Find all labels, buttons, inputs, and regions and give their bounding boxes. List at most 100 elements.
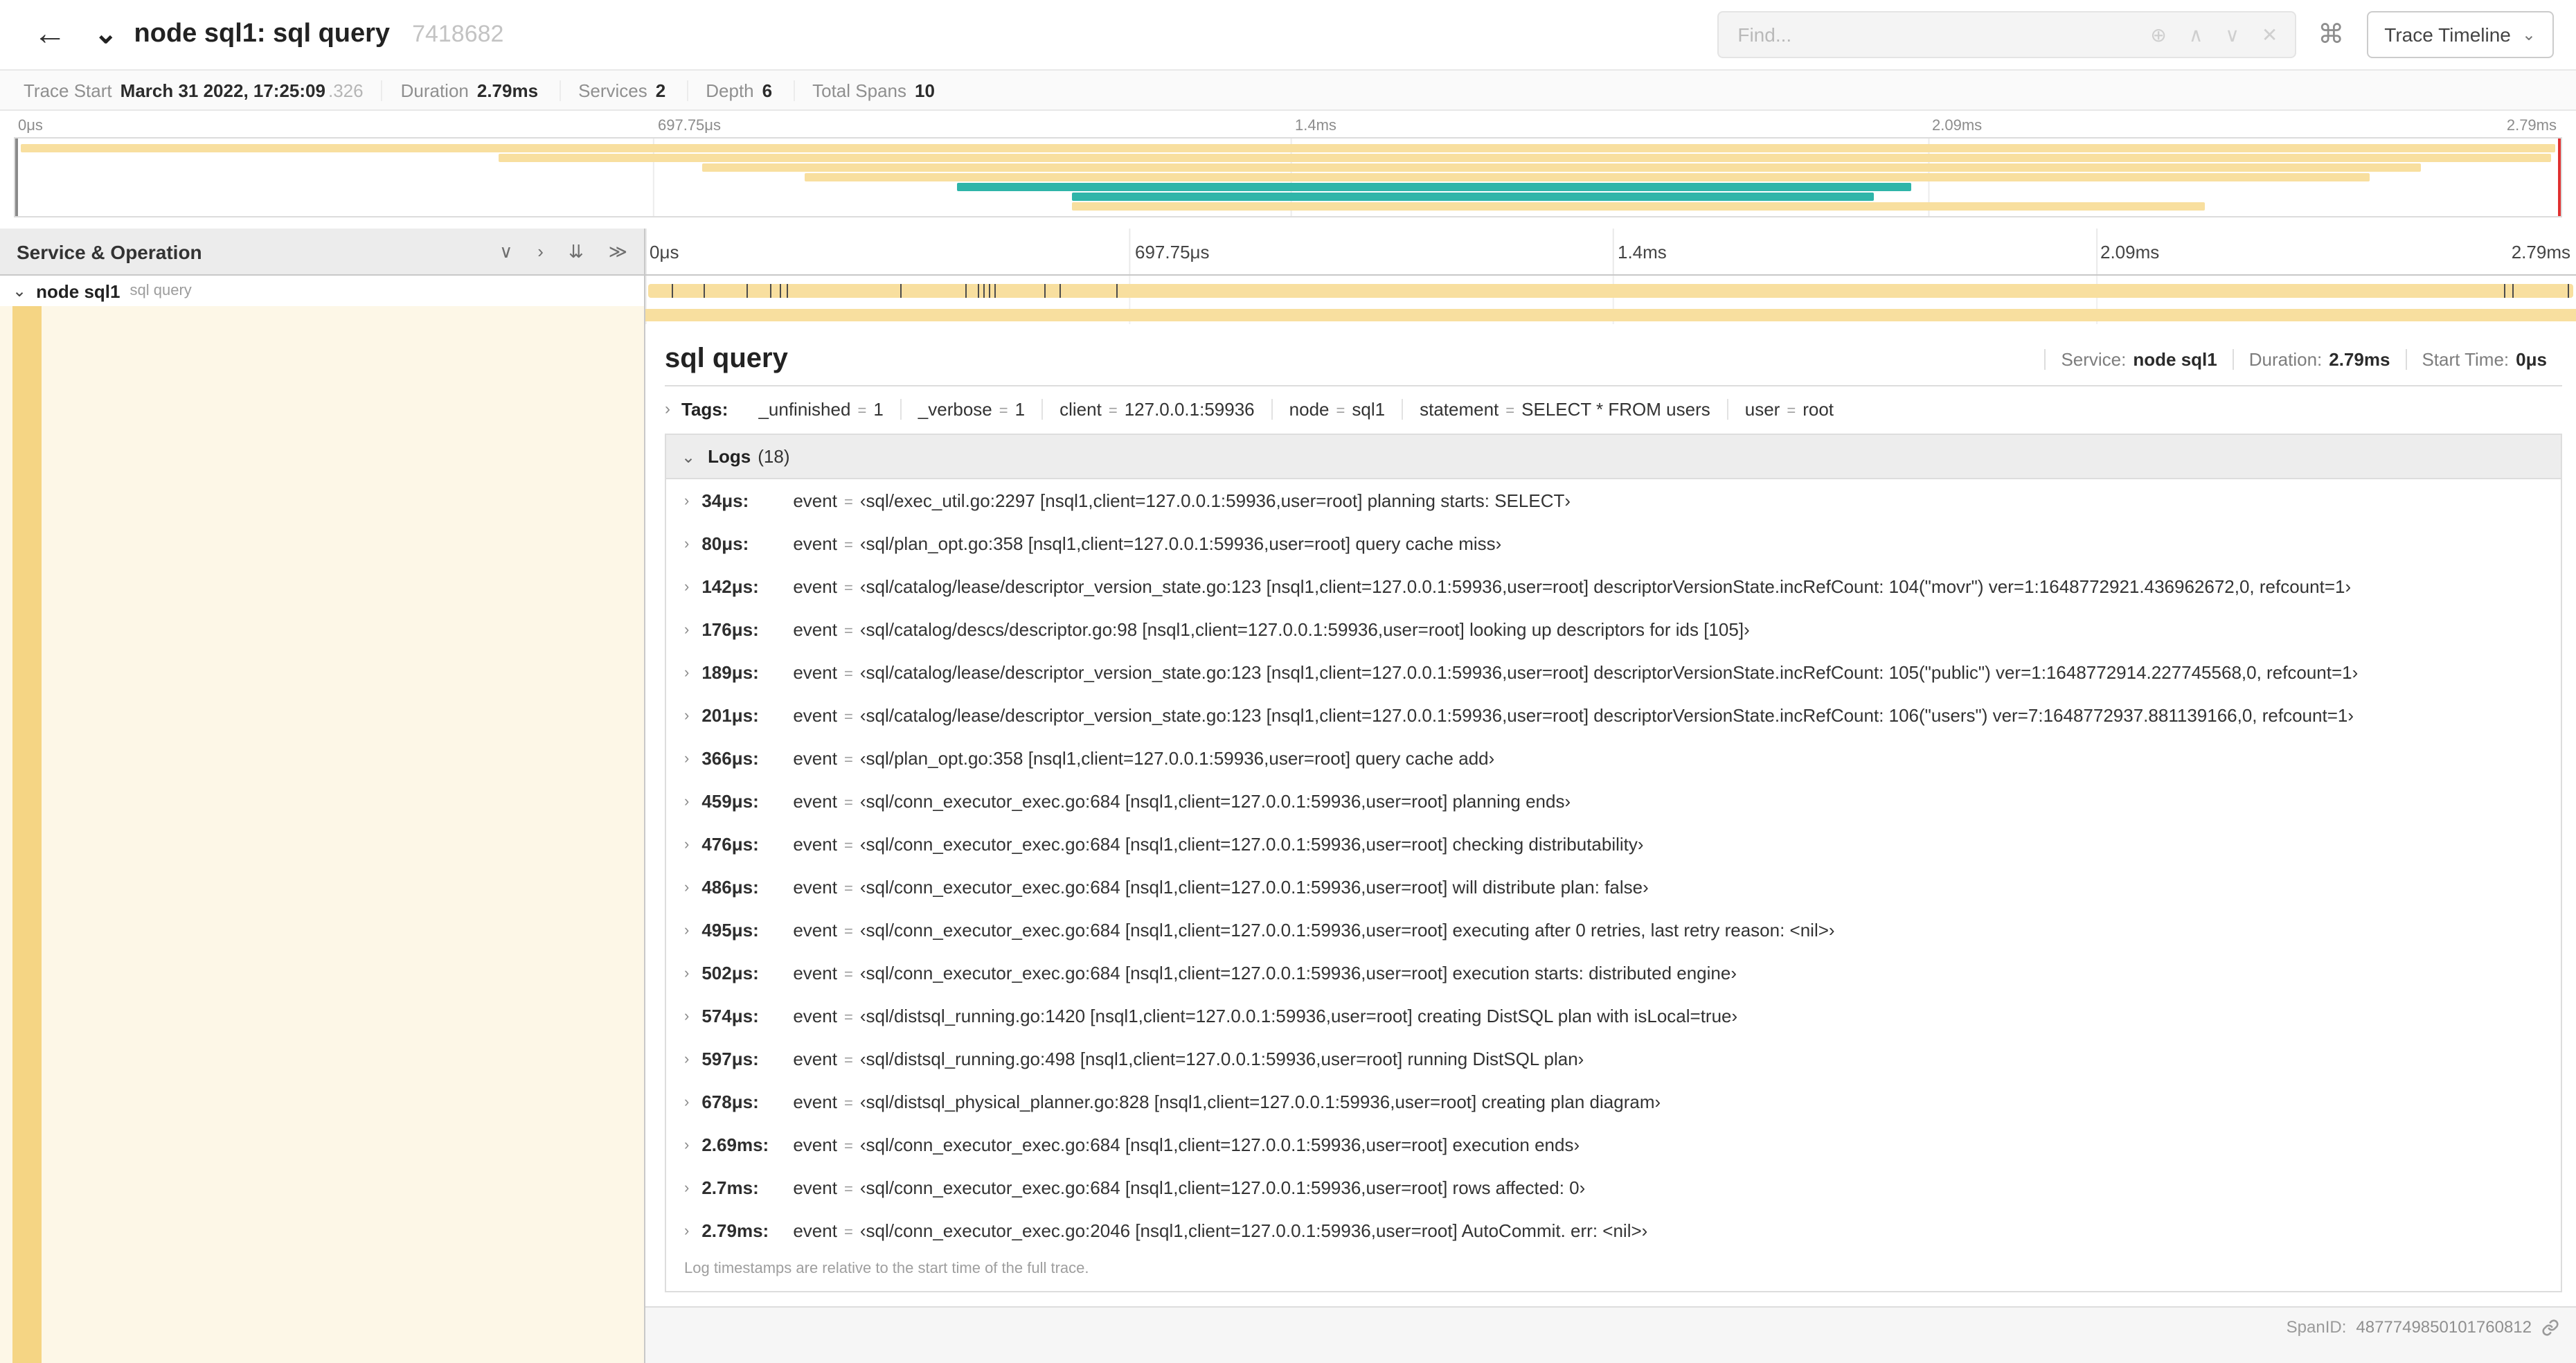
expand-all-button[interactable]: ≫ <box>609 242 627 260</box>
log-entry[interactable]: › 2.7ms: event = ‹sql/conn_executor_exec… <box>666 1166 2561 1209</box>
chevron-right-icon: › <box>684 965 690 981</box>
find-prev-button[interactable]: ∧ <box>2178 25 2215 44</box>
equals-sign: = <box>843 924 853 941</box>
summary-value: 2.79ms <box>476 80 539 100</box>
link-icon <box>2542 1319 2559 1335</box>
chevron-right-icon: › <box>684 1008 690 1024</box>
log-event: event = ‹sql/conn_executor_exec.go:684 [… <box>793 834 1643 855</box>
log-field-value: ‹sql/conn_executor_exec.go:684 [nsql1,cl… <box>859 1134 1580 1155</box>
log-marker-tick <box>1044 284 1046 298</box>
chevron-up-icon: ∧ <box>2188 24 2203 46</box>
summary-item: Depth 6 <box>688 80 795 100</box>
chevron-right-icon: › <box>684 1094 690 1110</box>
log-field-key: event <box>793 1092 837 1112</box>
log-entry[interactable]: › 189μs: event = ‹sql/catalog/lease/desc… <box>666 651 2561 694</box>
span-row-name-cell[interactable]: ⌄ node sql1 sql query <box>0 276 645 306</box>
summary-item: Total Spans 10 <box>794 80 956 100</box>
log-entry[interactable]: › 142μs: event = ‹sql/catalog/lease/desc… <box>666 565 2561 608</box>
trace-collapse-toggle[interactable]: ⌄ <box>91 21 120 48</box>
chevron-down-icon[interactable]: ⌄ <box>12 283 26 299</box>
log-entry[interactable]: › 574μs: event = ‹sql/distsql_running.go… <box>666 995 2561 1037</box>
log-timestamp: 2.7ms: <box>701 1177 759 1198</box>
log-marker-tick <box>746 284 748 298</box>
collapse-all-button[interactable]: ⇊ <box>569 242 584 260</box>
log-entry[interactable]: › 486μs: event = ‹sql/conn_executor_exec… <box>666 866 2561 909</box>
log-entry[interactable]: › 597μs: event = ‹sql/distsql_running.go… <box>666 1037 2561 1080</box>
log-timestamp: 495μs: <box>701 920 759 941</box>
find-clear-button[interactable]: ✕ <box>2251 25 2289 44</box>
minimap-graph[interactable] <box>14 137 2562 217</box>
equals-sign: = <box>843 580 853 597</box>
log-timestamp: 34μs: <box>701 490 749 511</box>
chevron-right-icon: › <box>684 793 690 810</box>
log-entry[interactable]: › 459μs: event = ‹sql/conn_executor_exec… <box>666 780 2561 823</box>
equals-sign: = <box>1336 402 1345 419</box>
equals-sign: = <box>1505 402 1515 419</box>
log-marker-tick <box>983 284 985 298</box>
logs-header[interactable]: ⌄ Logs (18) <box>666 435 2561 479</box>
tags-label: Tags: <box>681 398 728 419</box>
tag-value: SELECT * FROM users <box>1521 398 1710 419</box>
back-button[interactable]: ← <box>22 15 78 53</box>
log-entry[interactable]: › 476μs: event = ‹sql/conn_executor_exec… <box>666 823 2561 866</box>
equals-sign: = <box>843 967 853 983</box>
find-next-button[interactable]: ∨ <box>2214 25 2251 44</box>
minimap-right-scrubber[interactable] <box>2558 139 2561 216</box>
log-timestamp: 486μs: <box>701 877 759 898</box>
minimap-span-bar <box>1071 193 1874 201</box>
log-entry[interactable]: › 678μs: event = ‹sql/distsql_physical_p… <box>666 1080 2561 1123</box>
detail-title: sql query <box>665 343 788 373</box>
log-entry[interactable]: › 502μs: event = ‹sql/conn_executor_exec… <box>666 952 2561 995</box>
log-entry[interactable]: › 80μs: event = ‹sql/plan_opt.go:358 [ns… <box>666 522 2561 565</box>
logs-title: Logs <box>708 446 751 467</box>
equals-sign: = <box>1108 402 1118 419</box>
log-entry[interactable]: › 2.69ms: event = ‹sql/conn_executor_exe… <box>666 1123 2561 1166</box>
log-field-key: event <box>793 1220 837 1241</box>
minimap-span-bar <box>499 154 2551 162</box>
command-icon: ⌘ <box>2318 20 2345 49</box>
expand-one-button[interactable]: › <box>537 242 544 260</box>
log-entry[interactable]: › 176μs: event = ‹sql/catalog/descs/desc… <box>666 608 2561 651</box>
log-entry[interactable]: › 201μs: event = ‹sql/catalog/lease/desc… <box>666 694 2561 737</box>
collapse-one-button[interactable]: ∨ <box>499 242 512 260</box>
tags-row[interactable]: › Tags: _unfinished = 1 _verbose = 1 cli… <box>665 386 2562 431</box>
chevron-right-icon: › <box>684 750 690 767</box>
log-entry[interactable]: › 495μs: event = ‹sql/conn_executor_exec… <box>666 909 2561 952</box>
minimap-left-scrubber[interactable] <box>15 139 18 216</box>
time-tick-label: 2.09ms <box>2100 241 2160 262</box>
log-event: event = ‹sql/catalog/lease/descriptor_ve… <box>793 705 2354 726</box>
summary-value: 10 <box>915 80 935 100</box>
log-marker-tick <box>2503 284 2505 298</box>
equals-sign: = <box>843 1096 853 1112</box>
log-marker-tick <box>977 284 979 298</box>
log-event: event = ‹sql/conn_executor_exec.go:2046 … <box>793 1220 1647 1241</box>
trace-timeline-dropdown[interactable]: Trace Timeline ⌄ <box>2366 11 2554 58</box>
log-field-value: ‹sql/exec_util.go:2297 [nsql1,client=127… <box>859 490 1571 511</box>
log-field-value: ‹sql/conn_executor_exec.go:684 [nsql1,cl… <box>859 791 1571 812</box>
log-timestamp: 459μs: <box>701 791 759 812</box>
log-entry[interactable]: › 366μs: event = ‹sql/plan_opt.go:358 [n… <box>666 737 2561 780</box>
back-arrow-icon: ← <box>33 15 66 53</box>
chevron-right-icon: › <box>684 1222 690 1239</box>
tag-item: statement = SELECT * FROM users <box>1403 398 1728 419</box>
tag-value: sql1 <box>1352 398 1386 419</box>
tag-item: user = root <box>1728 398 1850 419</box>
summary-label: Trace Start <box>24 80 112 100</box>
tag-key: node <box>1289 398 1330 419</box>
log-field-key: event <box>793 576 837 597</box>
find-focus-button[interactable]: ⊕ <box>2139 25 2177 44</box>
log-entry[interactable]: › 34μs: event = ‹sql/exec_util.go:2297 [… <box>666 479 2561 522</box>
equals-sign: = <box>843 838 853 855</box>
keyboard-shortcuts-button[interactable]: ⌘ <box>2318 21 2344 48</box>
log-field-key: event <box>793 533 837 554</box>
summary-label: Duration <box>400 80 469 100</box>
equals-sign: = <box>843 623 853 640</box>
copy-link-button[interactable] <box>2541 1318 2559 1336</box>
log-event: event = ‹sql/catalog/lease/descriptor_ve… <box>793 662 2358 683</box>
top-bar-actions: ⊕ ∧ ∨ ✕ ⌘ Trace Timeline ⌄ <box>1717 11 2554 58</box>
find-input[interactable] <box>1724 24 2140 46</box>
summary-item: Trace Start March 31 2022, 17:25:09 .326 <box>6 80 383 100</box>
log-entry[interactable]: › 2.79ms: event = ‹sql/conn_executor_exe… <box>666 1209 2561 1252</box>
span-operation-name: sql query <box>129 283 192 299</box>
span-duration-bar[interactable] <box>648 284 2573 298</box>
